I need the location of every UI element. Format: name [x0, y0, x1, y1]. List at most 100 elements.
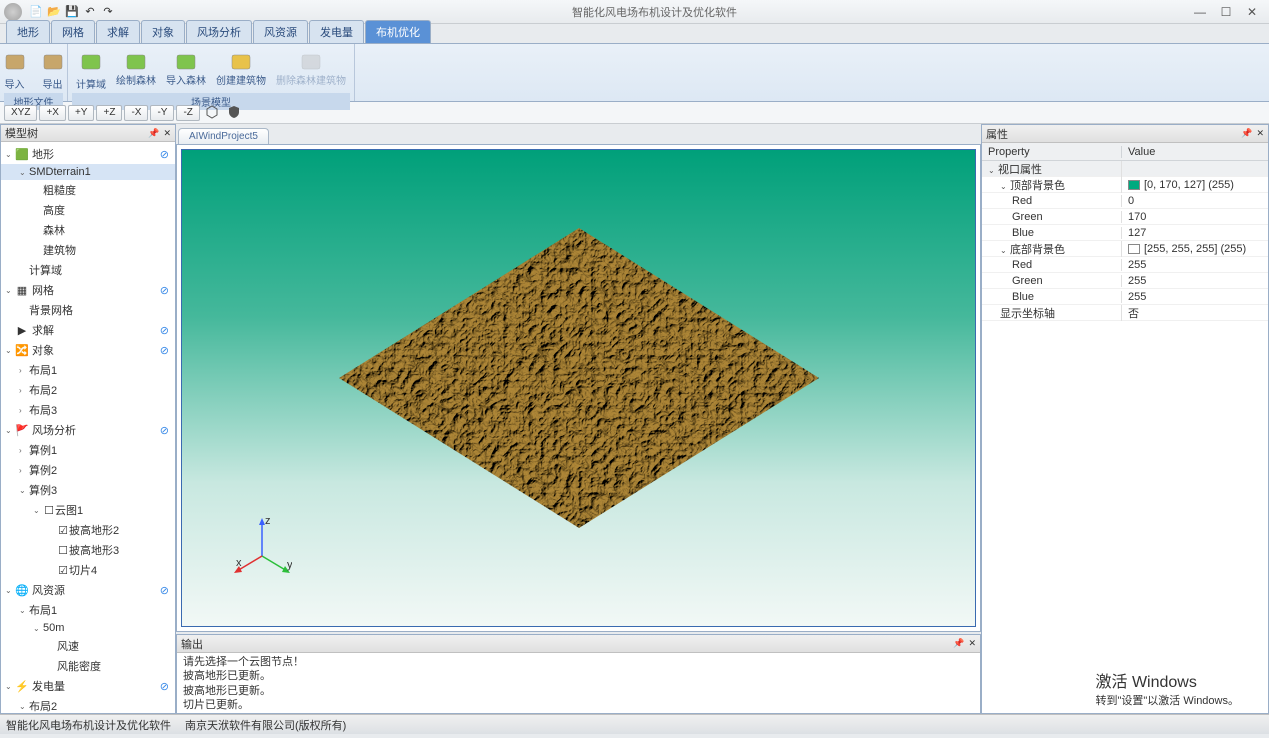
model-tree-panel: 模型树 📌 ✕ ⌄🟩地形⊘⌄SMDterrain1粗糙度高度森林建筑物计算域⌄▦… — [0, 124, 176, 714]
ribbon-tab[interactable]: 发电量 — [309, 20, 364, 43]
minimize-button[interactable]: — — [1193, 5, 1207, 19]
property-row[interactable]: ⌄底部背景色[255, 255, 255] (255) — [982, 241, 1268, 257]
property-row[interactable]: Green255 — [982, 273, 1268, 289]
tree-node[interactable]: 森林 — [1, 220, 175, 240]
tree-node[interactable]: ⌄☐ 云图1 — [1, 500, 175, 520]
tree-node[interactable]: ⌄算例3 — [1, 480, 175, 500]
tree-node[interactable]: ☑ 披高地形2 — [1, 520, 175, 540]
qat-new-icon[interactable]: 📄 — [28, 4, 44, 20]
tree-label: 风资源 — [32, 582, 65, 598]
quick-access-toolbar: 📄 📂 💾 ↶ ↷ — [4, 3, 116, 21]
ribbon-tab[interactable]: 对象 — [141, 20, 185, 43]
ribbon-tab[interactable]: 求解 — [96, 20, 140, 43]
tree-node[interactable]: ⌄50m — [1, 620, 175, 636]
tree-node[interactable]: ⌄🚩风场分析⊘ — [1, 420, 175, 440]
tree-node[interactable]: 风速 — [1, 636, 175, 656]
checkbox-icon[interactable]: ☑ — [57, 524, 69, 537]
view-button[interactable]: -Y — [150, 105, 174, 121]
panel-header: 输出 📌 ✕ — [177, 635, 980, 653]
output-log[interactable]: 请先选择一个云图节点！披高地形已更新。披高地形已更新。切片已更新。 — [177, 653, 980, 713]
pin-icon[interactable]: 📌 — [953, 638, 964, 649]
tree-node[interactable]: ⌄🌐风资源⊘ — [1, 580, 175, 600]
tree-node[interactable]: 背景网格 — [1, 300, 175, 320]
qat-open-icon[interactable]: 📂 — [46, 4, 62, 20]
shield-icon[interactable] — [226, 104, 244, 122]
document-tab[interactable]: AIWindProject5 — [178, 128, 269, 144]
tree-node[interactable]: 风能密度 — [1, 656, 175, 676]
ribbon-tab[interactable]: 布机优化 — [365, 20, 431, 43]
col-value: Value — [1122, 146, 1268, 158]
tree-node[interactable]: ▶求解⊘ — [1, 320, 175, 340]
ribbon-label: 导入森林 — [166, 76, 206, 87]
qat-undo-icon[interactable]: ↶ — [82, 4, 98, 20]
ribbon-tab[interactable]: 地形 — [6, 20, 50, 43]
output-line: 切片已更新。 — [183, 698, 974, 712]
view-button[interactable]: -Z — [176, 105, 199, 121]
view-button[interactable]: +X — [39, 105, 66, 121]
tree-node[interactable]: ›布局3 — [1, 400, 175, 420]
tree-node[interactable]: 计算域 — [1, 260, 175, 280]
tree-node[interactable]: ⌄布局1 — [1, 600, 175, 620]
tree-node[interactable]: 高度 — [1, 200, 175, 220]
property-row[interactable]: Red0 — [982, 193, 1268, 209]
model-tree[interactable]: ⌄🟩地形⊘⌄SMDterrain1粗糙度高度森林建筑物计算域⌄▦网格⊘背景网格▶… — [1, 142, 175, 714]
cube-icon[interactable] — [204, 104, 222, 122]
ribbon-button[interactable]: 创建建筑物 — [212, 46, 270, 93]
qat-redo-icon[interactable]: ↷ — [100, 4, 116, 20]
tree-node[interactable]: ⌄⚡发电量⊘ — [1, 676, 175, 696]
tree-node[interactable]: 建筑物 — [1, 240, 175, 260]
tree-node[interactable]: ›布局2 — [1, 380, 175, 400]
property-row[interactable]: Green170 — [982, 209, 1268, 225]
3d-viewport[interactable]: zyx — [181, 149, 976, 627]
tree-node[interactable]: ☐ 披高地形3 — [1, 540, 175, 560]
close-button[interactable]: ✕ — [1245, 5, 1259, 19]
tree-label: 布局1 — [29, 362, 57, 378]
tree-node[interactable]: ⌄🟩地形⊘ — [1, 144, 175, 164]
property-row[interactable]: Blue255 — [982, 289, 1268, 305]
ribbon-group-scene: 计算域绘制森林导入森林创建建筑物删除森林建筑物 场景模型 — [68, 44, 355, 101]
pin-icon[interactable]: 📌 — [1241, 128, 1252, 139]
ribbon-button[interactable]: 计算域 — [72, 46, 110, 93]
panel-close-icon[interactable]: ✕ — [1256, 128, 1264, 139]
ribbon-tab[interactable]: 风场分析 — [186, 20, 252, 43]
tree-node[interactable]: ☑ 切片4 — [1, 560, 175, 580]
property-row[interactable]: ⌄视口属性 — [982, 161, 1268, 177]
tree-node[interactable]: ›布局1 — [1, 360, 175, 380]
tree-node[interactable]: ›算例1 — [1, 440, 175, 460]
property-row[interactable]: Blue127 — [982, 225, 1268, 241]
view-button[interactable]: +Y — [68, 105, 95, 121]
panel-close-icon[interactable]: ✕ — [968, 638, 976, 649]
tree-node[interactable]: ⌄布局2 — [1, 696, 175, 714]
checkbox-icon[interactable]: ☑ — [57, 564, 69, 577]
panel-close-icon[interactable]: ✕ — [163, 128, 171, 139]
property-grid[interactable]: ⌄视口属性⌄顶部背景色[0, 170, 127] (255)Red0Green1… — [982, 161, 1268, 321]
tree-node[interactable]: ›算例2 — [1, 460, 175, 480]
view-button[interactable]: -X — [124, 105, 148, 121]
tree-node[interactable]: ⌄🔀对象⊘ — [1, 340, 175, 360]
ribbon-tab[interactable]: 风资源 — [253, 20, 308, 43]
panel-header: 属性 📌 ✕ — [982, 125, 1268, 143]
property-row[interactable]: Red255 — [982, 257, 1268, 273]
ribbon-button[interactable]: 导出 — [35, 46, 71, 93]
tree-node[interactable]: 粗糙度 — [1, 180, 175, 200]
property-row[interactable]: 显示坐标轴否 — [982, 305, 1268, 321]
ribbon-label: 导入 — [5, 76, 25, 91]
ribbon-button[interactable]: 绘制森林 — [112, 46, 160, 93]
view-button[interactable]: XYZ — [4, 105, 37, 121]
ribbon-tab[interactable]: 网格 — [51, 20, 95, 43]
pin-icon[interactable]: 📌 — [148, 128, 159, 139]
checkbox-icon[interactable]: ☐ — [43, 504, 55, 517]
ribbon-button[interactable]: 导入森林 — [162, 46, 210, 93]
qat-save-icon[interactable]: 💾 — [64, 4, 80, 20]
maximize-button[interactable]: ☐ — [1219, 5, 1233, 19]
output-panel: 输出 📌 ✕ 请先选择一个云图节点！披高地形已更新。披高地形已更新。切片已更新。 — [176, 634, 981, 714]
property-row[interactable]: ⌄顶部背景色[0, 170, 127] (255) — [982, 177, 1268, 193]
view-button[interactable]: +Z — [96, 105, 122, 121]
app-icon[interactable] — [4, 3, 22, 21]
tree-node[interactable]: ⌄▦网格⊘ — [1, 280, 175, 300]
tree-node[interactable]: ⌄SMDterrain1 — [1, 164, 175, 180]
ribbon-button[interactable]: 导入 — [0, 46, 33, 93]
checkbox-icon[interactable]: ☐ — [57, 544, 69, 557]
ribbon-icon — [227, 48, 255, 76]
ribbon-icon — [1, 48, 29, 76]
